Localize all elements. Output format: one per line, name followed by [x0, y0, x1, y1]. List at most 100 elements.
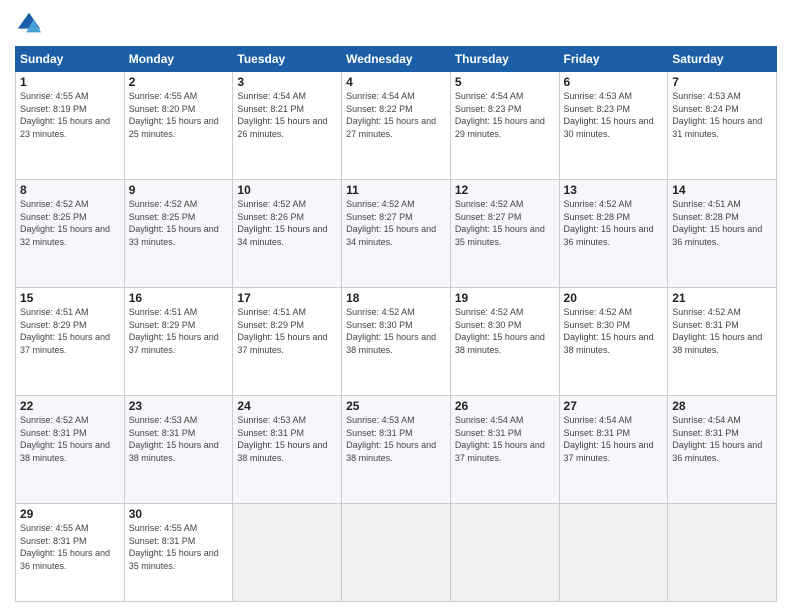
col-header-saturday: Saturday [668, 47, 777, 72]
week-row-1: 8Sunrise: 4:52 AMSunset: 8:25 PMDaylight… [16, 180, 777, 288]
day-info: Sunrise: 4:55 AMSunset: 8:31 PMDaylight:… [20, 522, 120, 572]
day-info: Sunrise: 4:51 AMSunset: 8:29 PMDaylight:… [20, 306, 120, 356]
day-number: 27 [564, 399, 664, 413]
cal-cell: 24Sunrise: 4:53 AMSunset: 8:31 PMDayligh… [233, 396, 342, 504]
day-number: 15 [20, 291, 120, 305]
cal-cell: 2Sunrise: 4:55 AMSunset: 8:20 PMDaylight… [124, 72, 233, 180]
col-header-thursday: Thursday [450, 47, 559, 72]
col-header-sunday: Sunday [16, 47, 125, 72]
day-number: 14 [672, 183, 772, 197]
cal-cell: 30Sunrise: 4:55 AMSunset: 8:31 PMDayligh… [124, 504, 233, 602]
day-info: Sunrise: 4:52 AMSunset: 8:27 PMDaylight:… [455, 198, 555, 248]
day-info: Sunrise: 4:54 AMSunset: 8:31 PMDaylight:… [564, 414, 664, 464]
logo [15, 10, 47, 38]
cal-cell: 3Sunrise: 4:54 AMSunset: 8:21 PMDaylight… [233, 72, 342, 180]
week-row-4: 29Sunrise: 4:55 AMSunset: 8:31 PMDayligh… [16, 504, 777, 602]
cal-cell: 29Sunrise: 4:55 AMSunset: 8:31 PMDayligh… [16, 504, 125, 602]
day-info: Sunrise: 4:55 AMSunset: 8:19 PMDaylight:… [20, 90, 120, 140]
cal-cell [233, 504, 342, 602]
day-info: Sunrise: 4:51 AMSunset: 8:28 PMDaylight:… [672, 198, 772, 248]
day-number: 21 [672, 291, 772, 305]
cal-cell: 27Sunrise: 4:54 AMSunset: 8:31 PMDayligh… [559, 396, 668, 504]
day-info: Sunrise: 4:52 AMSunset: 8:31 PMDaylight:… [672, 306, 772, 356]
day-number: 13 [564, 183, 664, 197]
cal-cell: 15Sunrise: 4:51 AMSunset: 8:29 PMDayligh… [16, 288, 125, 396]
day-number: 17 [237, 291, 337, 305]
day-info: Sunrise: 4:53 AMSunset: 8:24 PMDaylight:… [672, 90, 772, 140]
day-number: 7 [672, 75, 772, 89]
cal-cell: 10Sunrise: 4:52 AMSunset: 8:26 PMDayligh… [233, 180, 342, 288]
day-info: Sunrise: 4:54 AMSunset: 8:31 PMDaylight:… [672, 414, 772, 464]
day-number: 19 [455, 291, 555, 305]
week-row-3: 22Sunrise: 4:52 AMSunset: 8:31 PMDayligh… [16, 396, 777, 504]
cal-cell: 4Sunrise: 4:54 AMSunset: 8:22 PMDaylight… [342, 72, 451, 180]
day-number: 9 [129, 183, 229, 197]
day-info: Sunrise: 4:52 AMSunset: 8:31 PMDaylight:… [20, 414, 120, 464]
day-info: Sunrise: 4:54 AMSunset: 8:23 PMDaylight:… [455, 90, 555, 140]
day-number: 26 [455, 399, 555, 413]
calendar-table: SundayMondayTuesdayWednesdayThursdayFrid… [15, 46, 777, 602]
col-header-friday: Friday [559, 47, 668, 72]
day-number: 4 [346, 75, 446, 89]
day-number: 22 [20, 399, 120, 413]
day-number: 20 [564, 291, 664, 305]
col-header-tuesday: Tuesday [233, 47, 342, 72]
day-info: Sunrise: 4:51 AMSunset: 8:29 PMDaylight:… [129, 306, 229, 356]
day-number: 16 [129, 291, 229, 305]
cal-cell: 16Sunrise: 4:51 AMSunset: 8:29 PMDayligh… [124, 288, 233, 396]
week-row-0: 1Sunrise: 4:55 AMSunset: 8:19 PMDaylight… [16, 72, 777, 180]
cal-cell: 13Sunrise: 4:52 AMSunset: 8:28 PMDayligh… [559, 180, 668, 288]
day-info: Sunrise: 4:54 AMSunset: 8:31 PMDaylight:… [455, 414, 555, 464]
page: SundayMondayTuesdayWednesdayThursdayFrid… [0, 0, 792, 612]
cal-cell [342, 504, 451, 602]
cal-cell: 12Sunrise: 4:52 AMSunset: 8:27 PMDayligh… [450, 180, 559, 288]
day-info: Sunrise: 4:54 AMSunset: 8:21 PMDaylight:… [237, 90, 337, 140]
day-number: 24 [237, 399, 337, 413]
day-info: Sunrise: 4:55 AMSunset: 8:31 PMDaylight:… [129, 522, 229, 572]
day-number: 10 [237, 183, 337, 197]
day-info: Sunrise: 4:53 AMSunset: 8:31 PMDaylight:… [237, 414, 337, 464]
cal-cell: 11Sunrise: 4:52 AMSunset: 8:27 PMDayligh… [342, 180, 451, 288]
cal-cell: 26Sunrise: 4:54 AMSunset: 8:31 PMDayligh… [450, 396, 559, 504]
cal-cell: 14Sunrise: 4:51 AMSunset: 8:28 PMDayligh… [668, 180, 777, 288]
day-number: 28 [672, 399, 772, 413]
cal-cell: 21Sunrise: 4:52 AMSunset: 8:31 PMDayligh… [668, 288, 777, 396]
cal-cell: 20Sunrise: 4:52 AMSunset: 8:30 PMDayligh… [559, 288, 668, 396]
cal-cell: 19Sunrise: 4:52 AMSunset: 8:30 PMDayligh… [450, 288, 559, 396]
day-info: Sunrise: 4:52 AMSunset: 8:30 PMDaylight:… [455, 306, 555, 356]
day-number: 2 [129, 75, 229, 89]
logo-icon [15, 10, 43, 38]
cal-cell: 18Sunrise: 4:52 AMSunset: 8:30 PMDayligh… [342, 288, 451, 396]
day-info: Sunrise: 4:52 AMSunset: 8:25 PMDaylight:… [129, 198, 229, 248]
day-info: Sunrise: 4:55 AMSunset: 8:20 PMDaylight:… [129, 90, 229, 140]
day-number: 29 [20, 507, 120, 521]
header [15, 10, 777, 38]
day-info: Sunrise: 4:52 AMSunset: 8:28 PMDaylight:… [564, 198, 664, 248]
col-header-wednesday: Wednesday [342, 47, 451, 72]
day-info: Sunrise: 4:51 AMSunset: 8:29 PMDaylight:… [237, 306, 337, 356]
cal-cell: 22Sunrise: 4:52 AMSunset: 8:31 PMDayligh… [16, 396, 125, 504]
day-info: Sunrise: 4:52 AMSunset: 8:25 PMDaylight:… [20, 198, 120, 248]
day-number: 23 [129, 399, 229, 413]
cal-cell: 28Sunrise: 4:54 AMSunset: 8:31 PMDayligh… [668, 396, 777, 504]
col-header-monday: Monday [124, 47, 233, 72]
day-info: Sunrise: 4:52 AMSunset: 8:26 PMDaylight:… [237, 198, 337, 248]
day-info: Sunrise: 4:52 AMSunset: 8:30 PMDaylight:… [346, 306, 446, 356]
day-info: Sunrise: 4:52 AMSunset: 8:30 PMDaylight:… [564, 306, 664, 356]
cal-cell: 6Sunrise: 4:53 AMSunset: 8:23 PMDaylight… [559, 72, 668, 180]
day-number: 5 [455, 75, 555, 89]
cal-cell: 23Sunrise: 4:53 AMSunset: 8:31 PMDayligh… [124, 396, 233, 504]
day-number: 8 [20, 183, 120, 197]
day-number: 18 [346, 291, 446, 305]
cal-cell [559, 504, 668, 602]
cal-cell [450, 504, 559, 602]
day-info: Sunrise: 4:53 AMSunset: 8:31 PMDaylight:… [346, 414, 446, 464]
day-number: 30 [129, 507, 229, 521]
day-number: 11 [346, 183, 446, 197]
day-number: 6 [564, 75, 664, 89]
cal-cell: 5Sunrise: 4:54 AMSunset: 8:23 PMDaylight… [450, 72, 559, 180]
cal-cell: 7Sunrise: 4:53 AMSunset: 8:24 PMDaylight… [668, 72, 777, 180]
cal-cell: 8Sunrise: 4:52 AMSunset: 8:25 PMDaylight… [16, 180, 125, 288]
day-info: Sunrise: 4:53 AMSunset: 8:31 PMDaylight:… [129, 414, 229, 464]
day-info: Sunrise: 4:54 AMSunset: 8:22 PMDaylight:… [346, 90, 446, 140]
